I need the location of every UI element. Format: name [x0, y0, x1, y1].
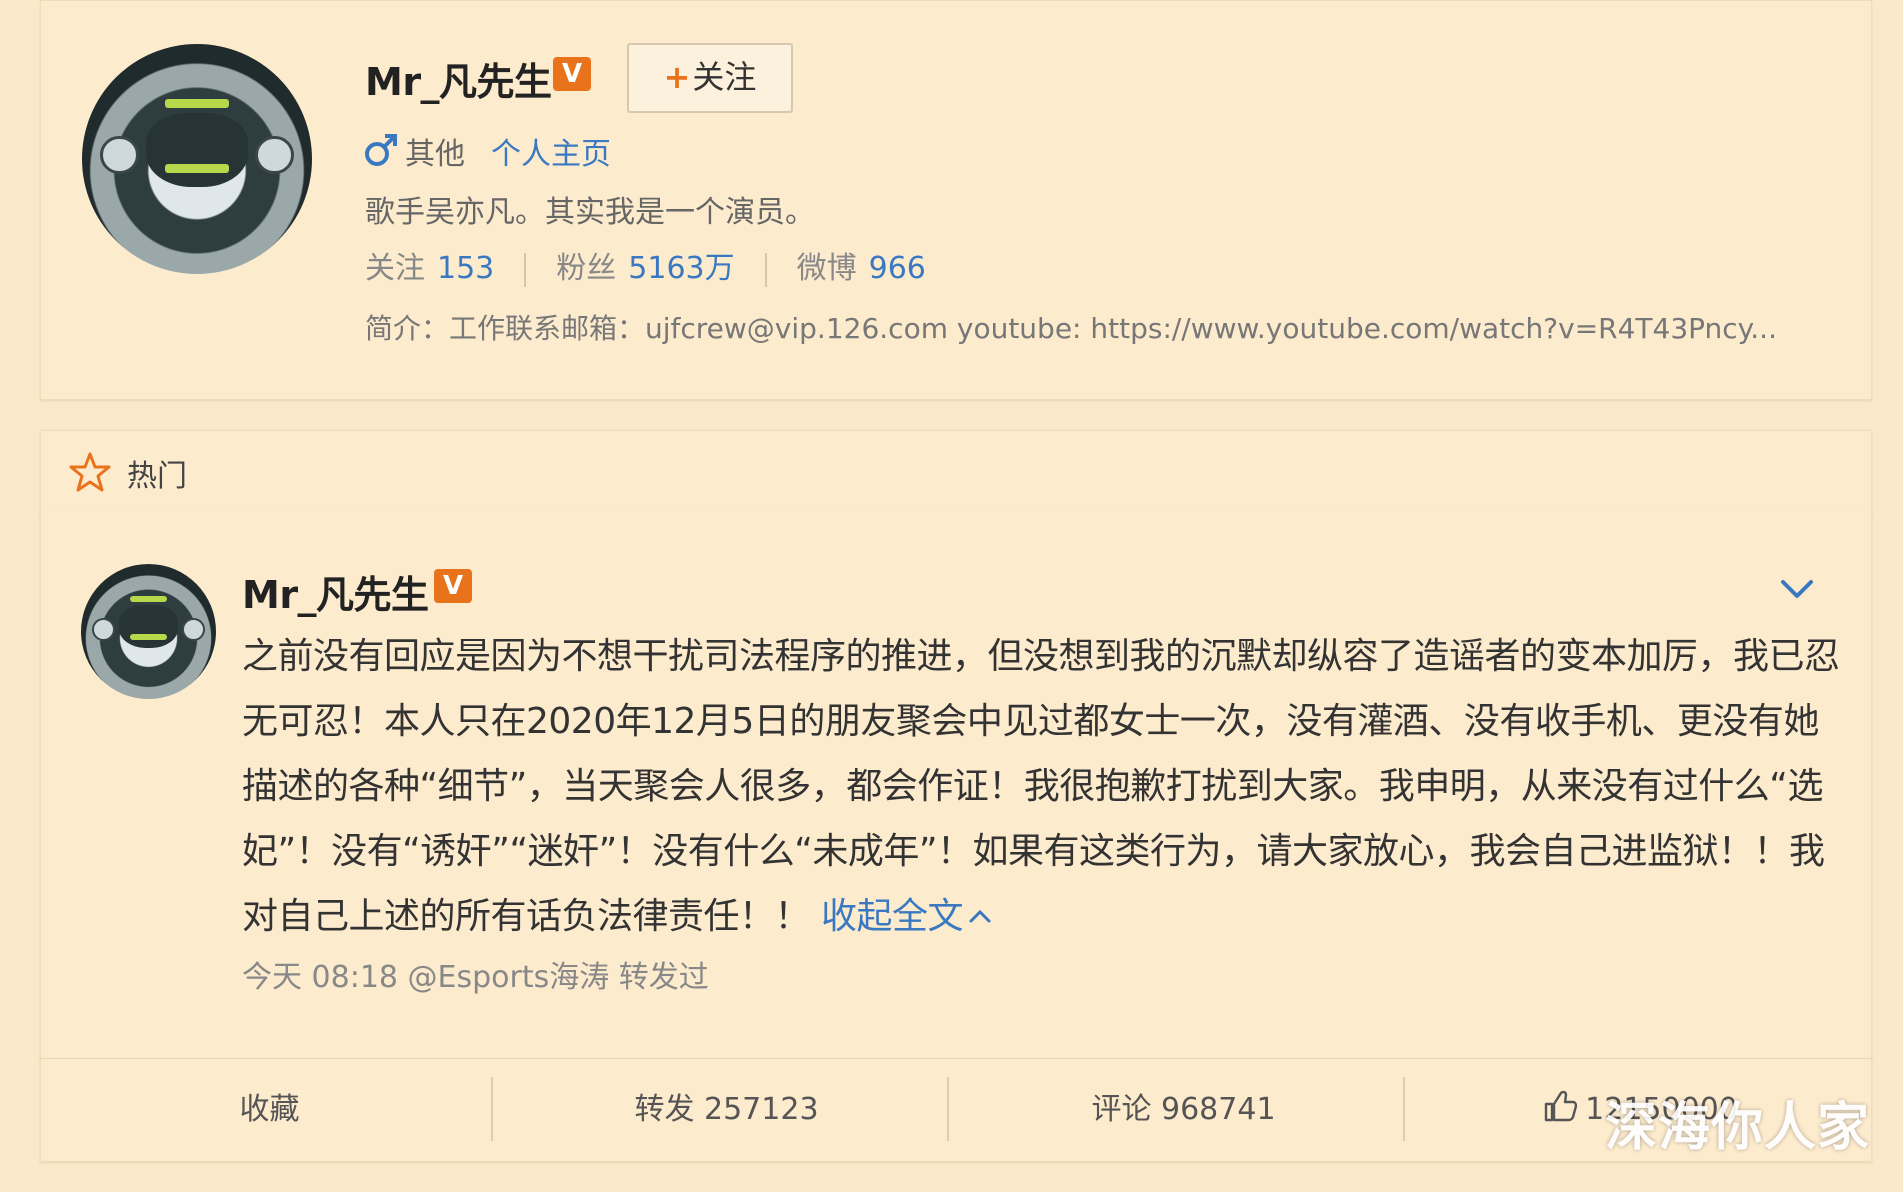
stat-fans[interactable]: 粉丝 5163万 — [556, 251, 734, 286]
profile-bio: 简介：工作联系邮箱：ujfcrew@vip.126.com youtube: h… — [365, 312, 1777, 345]
action-divider — [491, 1077, 493, 1141]
male-icon — [365, 134, 397, 166]
profile-description: 歌手吴亦凡。其实我是一个演员。 — [365, 195, 815, 230]
profile-avatar[interactable] — [82, 44, 312, 274]
follow-button-label: 关注 — [692, 58, 757, 96]
chevron-down-icon[interactable] — [1777, 574, 1817, 604]
favorite-button[interactable]: 收藏 — [41, 1059, 498, 1161]
profile-stats: 关注 153 粉丝 5163万 微博 966 — [365, 243, 926, 287]
stat-weibo[interactable]: 微博 966 — [797, 251, 926, 286]
hot-section-header: 热门 — [40, 430, 1872, 514]
watermark-logo: 深海你人家 — [1605, 1098, 1871, 1158]
homepage-link[interactable]: 个人主页 — [491, 129, 611, 173]
follow-button[interactable]: +关注 — [627, 43, 793, 113]
star-icon — [69, 452, 111, 492]
plus-icon: + — [663, 58, 691, 96]
action-divider — [947, 1077, 949, 1141]
verified-badge-icon: V — [553, 57, 591, 91]
post-body: 之前没有回应是因为不想干扰司法程序的推进，但没想到我的沉默却纵容了造谣者的变本加… — [242, 636, 1840, 937]
stat-divider — [764, 252, 767, 287]
post-text: 之前没有回应是因为不想干扰司法程序的推进，但没想到我的沉默却纵容了造谣者的变本加… — [242, 624, 1850, 949]
action-divider — [1403, 1077, 1405, 1141]
thumbs-up-icon — [1544, 1090, 1578, 1122]
profile-card: Mr_凡先生 V +关注 其他 个人主页 歌手吴亦凡。其实我是一个演员。 关注 1… — [40, 0, 1872, 400]
comment-button[interactable]: 评论 968741 — [955, 1059, 1412, 1161]
post-author-name[interactable]: Mr_凡先生 — [242, 564, 429, 619]
post-action-bar: 收藏 转发 257123 评论 968741 12150000 — [40, 1058, 1872, 1162]
verified-badge-icon: V — [434, 569, 472, 603]
stat-following[interactable]: 关注 153 — [365, 251, 494, 286]
profile-name[interactable]: Mr_凡先生 — [365, 51, 552, 106]
hot-section-label: 热门 — [127, 459, 187, 494]
gender-label: 其他 — [405, 137, 465, 172]
stat-divider — [524, 252, 527, 287]
post-meta: 今天 08:18 @Esports海涛 转发过 — [242, 960, 709, 995]
post-author-avatar[interactable] — [81, 564, 216, 699]
collapse-link[interactable]: 收起全文 — [821, 896, 993, 937]
post-card: Mr_凡先生 V 之前没有回应是因为不想干扰司法程序的推进，但没想到我的沉默却纵… — [40, 512, 1872, 1059]
repost-button[interactable]: 转发 257123 — [498, 1059, 955, 1161]
chevron-up-icon — [969, 909, 991, 923]
